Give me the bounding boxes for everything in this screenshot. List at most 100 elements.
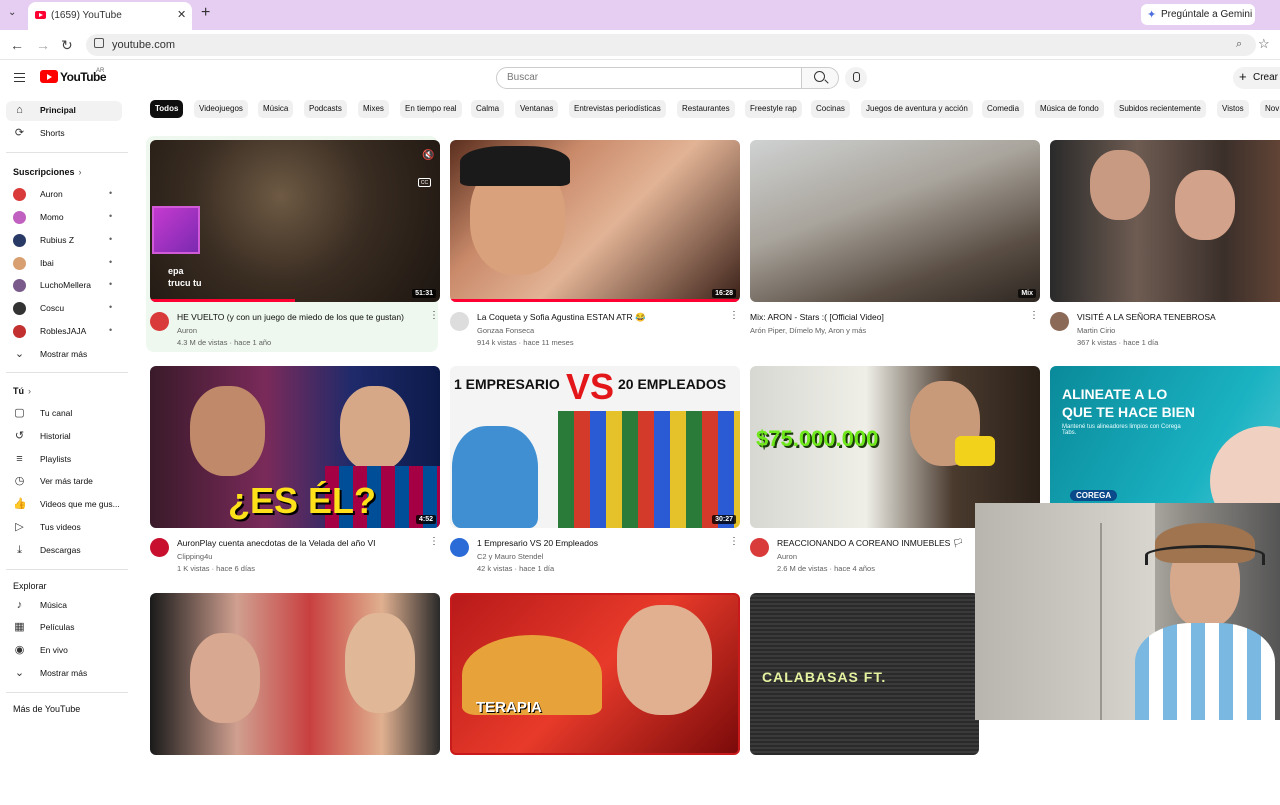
sidebar-item-playlists[interactable]: ≡ Playlists	[6, 450, 122, 470]
voice-search-icon[interactable]	[845, 67, 867, 89]
tab-search-chevron-icon[interactable]: ⌄	[8, 7, 22, 23]
sidebar-item-ver-mas-tarde[interactable]: ◷ Ver más tarde	[6, 472, 122, 492]
sidebar-show-more-explore[interactable]: ⌄ Mostrar más	[6, 664, 122, 684]
reload-icon[interactable]: ↻	[61, 37, 73, 54]
browser-tab-youtube[interactable]: (1659) YouTube ✕	[28, 2, 192, 30]
chip[interactable]: Nov	[1260, 100, 1280, 118]
video-title[interactable]: HE VUELTO (y con un juego de miedo de lo…	[177, 312, 427, 322]
sidebar-item-rubius[interactable]: Rubius Z •	[6, 231, 122, 251]
youtube-logo-icon[interactable]	[40, 70, 58, 83]
video-thumbnail[interactable]: 1 EMPRESARIO VS 20 EMPLEADOS 30:27	[450, 366, 740, 528]
channel-avatar[interactable]	[1050, 312, 1069, 331]
sidebar-item-descargas[interactable]: ⤓ Descargas	[6, 541, 122, 561]
close-tab-icon[interactable]: ✕	[177, 8, 186, 21]
sidebar-item-tu-canal[interactable]: ▢ Tu canal	[6, 404, 122, 424]
gemini-button[interactable]: ✦ Pregúntale a Gemini	[1141, 4, 1255, 25]
url-field[interactable]: youtube.com ⌕ ☆	[86, 34, 1270, 56]
channel-avatar[interactable]	[750, 538, 769, 557]
more-actions-icon[interactable]: ⋮	[729, 310, 739, 321]
captions-icon[interactable]: CC	[418, 178, 431, 187]
video-card[interactable]: TERAPIA	[446, 589, 740, 805]
back-arrow-icon[interactable]: ←	[10, 37, 24, 53]
chip[interactable]: Juegos de aventura y acción	[861, 100, 973, 118]
video-title[interactable]: AuronPlay cuenta anecdotas de la Velada …	[177, 538, 427, 548]
more-actions-icon[interactable]: ⋮	[1029, 310, 1039, 321]
video-title[interactable]: VISITÉ A LA SEÑORA TENEBROSA	[1077, 312, 1280, 322]
site-info-icon[interactable]	[94, 38, 104, 48]
forward-arrow-icon[interactable]: →	[36, 37, 50, 53]
bookmark-star-icon[interactable]: ☆	[1258, 36, 1270, 52]
chip[interactable]: Videojuegos	[194, 100, 248, 118]
sidebar-item-en-vivo[interactable]: ◉ En vivo	[6, 641, 122, 661]
more-actions-icon[interactable]: ⋮	[729, 536, 739, 547]
more-actions-icon[interactable]: ⋮	[429, 536, 439, 547]
you-header[interactable]: Tú ›	[13, 386, 31, 396]
sidebar-show-more[interactable]: ⌄ Mostrar más	[6, 345, 122, 365]
channel-avatar[interactable]	[150, 538, 169, 557]
video-card[interactable]: ¿ES ÉL? 4:52 AuronPlay cuenta anecdotas …	[146, 362, 440, 578]
chip[interactable]: Entrevistas periodísticas	[569, 100, 666, 118]
video-thumbnail[interactable]: CALABASAS FT.	[750, 593, 979, 755]
channel-name[interactable]: Clipping4u	[177, 552, 212, 561]
video-title[interactable]: 1 Empresario VS 20 Empleados	[477, 538, 727, 548]
chip[interactable]: En tiempo real	[400, 100, 462, 118]
search-button[interactable]	[801, 67, 839, 89]
chip[interactable]: Música	[258, 100, 294, 118]
channel-avatar[interactable]	[450, 538, 469, 557]
video-title[interactable]: La Coqueta y Sofia Agustina ESTAN ATR 😂	[477, 312, 727, 323]
subscriptions-header[interactable]: Suscripciones ›	[13, 167, 82, 177]
sidebar-item-shorts[interactable]: ⟳ Shorts	[6, 124, 122, 144]
channel-name[interactable]: Auron	[777, 552, 797, 561]
video-card[interactable]: 1 EMPRESARIO VS 20 EMPLEADOS 30:27 1 Emp…	[446, 362, 740, 578]
chip-todos[interactable]: Todos	[150, 100, 184, 118]
zoom-icon[interactable]: ⌕	[1236, 38, 1242, 51]
channel-name[interactable]: Gonzaa Fonseca	[477, 326, 534, 335]
video-thumbnail[interactable]	[1050, 140, 1280, 302]
video-title[interactable]: REACCIONANDO A COREANO INMUEBLES 🏳	[777, 538, 967, 549]
chip[interactable]: Subidos recientemente	[1114, 100, 1206, 118]
video-thumbnail[interactable]	[150, 593, 440, 755]
sidebar-item-historial[interactable]: ↺ Historial	[6, 427, 122, 447]
video-card[interactable]: 16:28 La Coqueta y Sofia Agustina ESTAN …	[446, 136, 740, 352]
channel-avatar[interactable]	[450, 312, 469, 331]
sidebar-item-auron[interactable]: Auron •	[6, 185, 122, 205]
channel-name[interactable]: Arón Piper, Dímelo My, Aron y más	[750, 326, 866, 335]
video-thumbnail[interactable]: TERAPIA	[450, 593, 740, 755]
sidebar-item-musica[interactable]: ♪ Música	[6, 596, 122, 616]
channel-name[interactable]: Martin Cirio	[1077, 326, 1115, 335]
sidebar-item-luchomellera[interactable]: LuchoMellera •	[6, 276, 122, 296]
channel-name[interactable]: Auron	[177, 326, 197, 335]
menu-icon[interactable]	[14, 73, 25, 82]
sidebar-item-ibai[interactable]: Ibai •	[6, 254, 122, 274]
chip[interactable]: Podcasts	[304, 100, 347, 118]
sidebar-item-peliculas[interactable]: ▦ Películas	[6, 618, 122, 638]
chip[interactable]: Calma	[471, 100, 505, 118]
search-input[interactable]: Buscar	[496, 67, 802, 89]
mute-icon[interactable]: 🔇	[422, 150, 434, 161]
video-card[interactable]: Mix Mix: ARON - Stars :( [Official Video…	[746, 136, 1040, 352]
create-button[interactable]: + Crear	[1233, 67, 1280, 89]
video-title[interactable]: Mix: ARON - Stars :( [Official Video]	[750, 312, 1000, 322]
video-card[interactable]	[146, 589, 440, 805]
new-tab-icon[interactable]: +	[201, 4, 210, 22]
chip[interactable]: Música de fondo	[1035, 100, 1104, 118]
sidebar-item-liked-videos[interactable]: 👍 Videos que me gus...	[6, 495, 122, 515]
video-thumbnail[interactable]: Mix	[750, 140, 1040, 302]
sidebar-item-tus-videos[interactable]: ▷ Tus videos	[6, 518, 122, 538]
chip[interactable]: Cocinas	[811, 100, 850, 118]
channel-avatar[interactable]	[150, 312, 169, 331]
video-card[interactable]: epa trucu tu 🔇 CC 51:31 HE VUELTO (y con…	[146, 136, 440, 352]
video-thumbnail[interactable]: 16:28	[450, 140, 740, 302]
chip[interactable]: Mixes	[358, 100, 389, 118]
chip[interactable]: Freestyle rap	[745, 100, 802, 118]
video-thumbnail[interactable]: ¿ES ÉL? 4:52	[150, 366, 440, 528]
sidebar-item-roblesjaja[interactable]: RoblesJAJA •	[6, 322, 122, 342]
video-thumbnail[interactable]: epa trucu tu 🔇 CC 51:31	[150, 140, 440, 302]
video-card[interactable]: VISITÉ A LA SEÑORA TENEBROSA Martin Ciri…	[1046, 136, 1280, 352]
more-actions-icon[interactable]: ⋮	[429, 310, 439, 321]
sidebar-item-coscu[interactable]: Coscu •	[6, 299, 122, 319]
chip[interactable]: Restaurantes	[677, 100, 735, 118]
chip[interactable]: Ventanas	[515, 100, 559, 118]
sidebar-item-principal[interactable]: ⌂ Principal	[6, 101, 122, 121]
channel-name[interactable]: C2 y Mauro Stendel	[477, 552, 543, 561]
